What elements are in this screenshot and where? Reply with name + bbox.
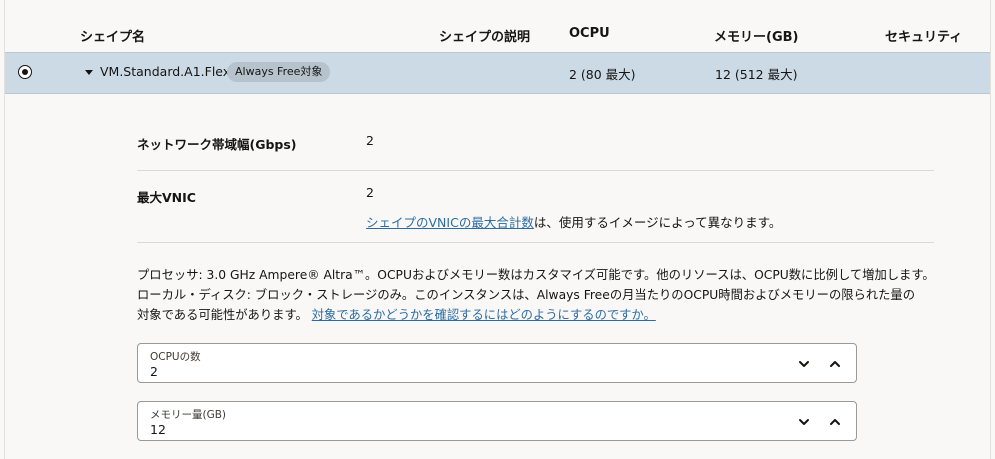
shape-details-panel: ネットワーク帯域幅(Gbps) 2 最大VNIC 2 シェイプのVNICの最大合… bbox=[5, 95, 990, 459]
header-shape-description: シェイプの説明 bbox=[439, 30, 531, 45]
header-shape-name[interactable]: シェイプ名 bbox=[80, 26, 145, 45]
ocpu-cell: 2 (80 最大) bbox=[569, 67, 636, 82]
vnic-note-text: は、使用するイメージによって異なります。 bbox=[533, 215, 782, 230]
chevron-up-icon[interactable] bbox=[827, 414, 843, 430]
always-free-badge: Always Free対象 bbox=[227, 62, 331, 82]
description-line: プロセッサ: 3.0 GHz Ampere® Altra™。OCPUおよびメモリ… bbox=[137, 268, 935, 282]
ocpu-count-label: OCPUの数 bbox=[150, 351, 201, 363]
divider bbox=[137, 170, 934, 171]
ocpu-count-stepper[interactable]: OCPUの数 2 bbox=[137, 343, 857, 383]
chevron-down-icon[interactable] bbox=[796, 414, 812, 430]
max-vnic-label: 最大VNIC bbox=[137, 190, 196, 205]
vnic-note: シェイプのVNICの最大合計数は、使用するイメージによって異なります。 bbox=[366, 212, 781, 231]
table-row-selected[interactable]: VM.Standard.A1.Flex Always Free対象 2 (80 … bbox=[5, 52, 990, 94]
description-line: ローカル・ディスク: ブロック・ストレージのみ。このインスタンスは、Always… bbox=[137, 288, 916, 302]
processor-description: プロセッサ: 3.0 GHz Ampere® Altra™。OCPUおよびメモリ… bbox=[137, 265, 937, 325]
description-line: 対象である可能性があります。 対象であるかどうかを確認するにはどのようにするので… bbox=[137, 308, 656, 322]
memory-amount-input[interactable]: 12 bbox=[150, 422, 166, 437]
memory-amount-label: メモリー量(GB) bbox=[150, 409, 227, 421]
row-radio-button[interactable] bbox=[18, 65, 32, 79]
shape-table: シェイプ名 シェイプの説明 OCPU メモリー(GB) セキュリティ VM.St… bbox=[4, 0, 991, 459]
ocpu-count-input[interactable]: 2 bbox=[150, 364, 158, 379]
network-bandwidth-label: ネットワーク帯域幅(Gbps) bbox=[137, 137, 297, 152]
caret-down-icon[interactable] bbox=[85, 70, 93, 75]
chevron-down-icon[interactable] bbox=[796, 356, 812, 372]
always-free-eligibility-link[interactable]: 対象であるかどうかを確認するにはどのようにするのですか。 bbox=[312, 308, 656, 322]
table-header: シェイプ名 シェイプの説明 OCPU メモリー(GB) セキュリティ bbox=[5, 0, 990, 52]
vnic-total-link[interactable]: シェイプのVNICの最大合計数 bbox=[366, 215, 534, 230]
header-ocpu[interactable]: OCPU bbox=[569, 26, 610, 41]
memory-amount-stepper[interactable]: メモリー量(GB) 12 bbox=[137, 401, 857, 441]
header-memory[interactable]: メモリー(GB) bbox=[714, 26, 798, 45]
chevron-up-icon[interactable] bbox=[827, 356, 843, 372]
divider bbox=[137, 242, 934, 243]
header-security: セキュリティ bbox=[885, 30, 963, 45]
max-vnic-value: 2 bbox=[366, 185, 374, 200]
shape-name-cell: VM.Standard.A1.Flex bbox=[100, 64, 231, 79]
memory-cell: 12 (512 最大) bbox=[715, 67, 798, 82]
network-bandwidth-value: 2 bbox=[366, 133, 374, 148]
